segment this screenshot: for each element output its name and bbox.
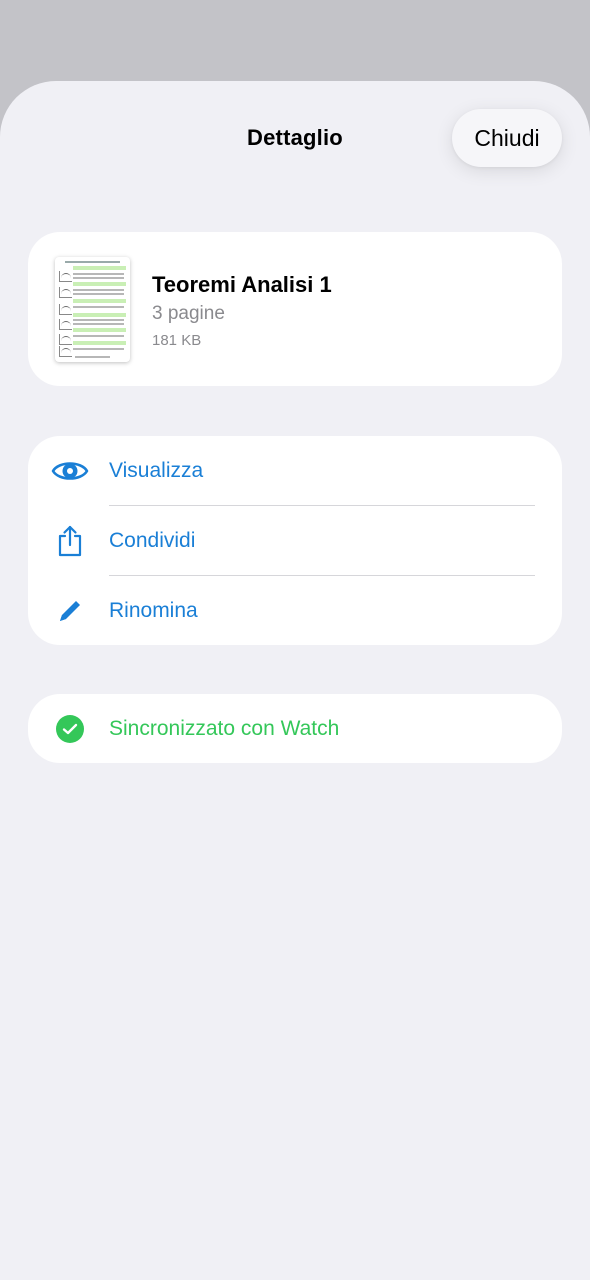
actions-list: Visualizza Condividi Rinomina: [28, 436, 562, 645]
document-thumbnail: [55, 257, 130, 362]
sync-status-label: Sincronizzato con Watch: [109, 717, 340, 740]
share-action[interactable]: Condividi: [28, 506, 562, 576]
view-label: Visualizza: [109, 459, 204, 482]
file-name: Teoremi Analisi 1: [152, 272, 332, 297]
file-info-card: Teoremi Analisi 1 3 pagine 181 KB: [28, 232, 562, 386]
rename-action[interactable]: Rinomina: [28, 576, 562, 646]
eye-icon: [50, 451, 90, 491]
close-button[interactable]: Chiudi: [452, 109, 562, 167]
view-action[interactable]: Visualizza: [28, 436, 562, 506]
detail-sheet: Dettaglio Chiudi Teoremi Analisi 1 3 pag…: [0, 81, 590, 1280]
sync-status-card: Sincronizzato con Watch: [28, 694, 562, 763]
rename-label: Rinomina: [109, 599, 198, 622]
file-page-count: 3 pagine: [152, 303, 225, 324]
pencil-icon: [50, 591, 90, 631]
share-label: Condividi: [109, 529, 196, 552]
checkmark-circle-icon: [56, 715, 84, 743]
share-icon: [50, 521, 90, 561]
file-size: 181 KB: [152, 332, 202, 349]
